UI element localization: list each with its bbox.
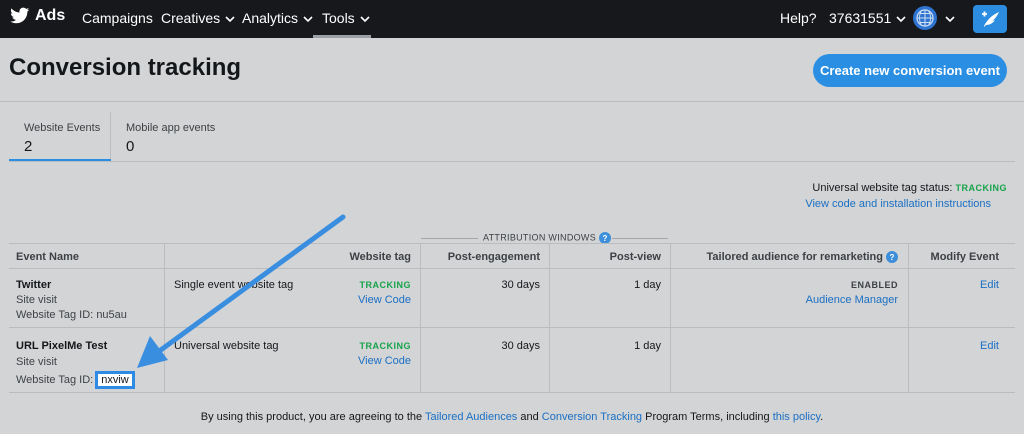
footer-text: By using this product, you are agreeing … bbox=[200, 411, 425, 423]
compose-button[interactable] bbox=[973, 5, 1007, 33]
conversion-tracking-link[interactable]: Conversion Tracking bbox=[542, 411, 642, 423]
attribution-rule-left bbox=[421, 238, 478, 239]
nav-analytics[interactable]: Analytics bbox=[242, 10, 313, 26]
tag-id-value: nu5au bbox=[96, 309, 127, 321]
status-badge: TRACKING bbox=[359, 280, 411, 290]
header-post-view: Post-view bbox=[609, 251, 661, 263]
website-tag-id: Website Tag ID: nxviw bbox=[16, 371, 135, 389]
quill-icon bbox=[982, 11, 999, 27]
page-title: Conversion tracking bbox=[9, 54, 242, 81]
post-engagement-value: 30 days bbox=[501, 340, 540, 352]
tab-label: Website Events bbox=[24, 122, 101, 134]
create-conversion-event-button[interactable]: Create new conversion event bbox=[813, 54, 1007, 87]
event-type: Site visit bbox=[16, 294, 57, 306]
website-tag-id: Website Tag ID: nu5au bbox=[16, 309, 127, 321]
divider bbox=[0, 101, 1024, 102]
footer-text: Program Terms, including bbox=[642, 411, 773, 423]
post-view-value: 1 day bbox=[634, 340, 661, 352]
tab-separator bbox=[110, 112, 111, 162]
column-divider bbox=[670, 243, 671, 393]
globe-icon bbox=[916, 9, 934, 27]
chevron-down-icon bbox=[225, 16, 235, 22]
nav-campaigns[interactable]: Campaigns bbox=[82, 10, 153, 26]
chevron-down-icon bbox=[896, 16, 906, 22]
header-website-tag: Website tag bbox=[349, 251, 411, 263]
attribution-windows-text: ATTRIBUTION WINDOWS bbox=[483, 232, 597, 243]
nav-tools-label: Tools bbox=[322, 10, 355, 26]
event-name: Twitter bbox=[16, 279, 52, 291]
divider bbox=[9, 161, 1015, 162]
brand[interactable]: Ads bbox=[10, 7, 65, 25]
header-tailored-audience: Tailored audience for remarketing? bbox=[706, 251, 898, 264]
event-type: Site visit bbox=[16, 356, 57, 368]
tag-kind: Single event website tag bbox=[174, 279, 294, 291]
tag-id-label: Website Tag ID: bbox=[16, 309, 94, 321]
row-divider bbox=[9, 392, 1015, 393]
terms-footer: By using this product, you are agreeing … bbox=[0, 411, 1024, 423]
chevron-down-icon[interactable] bbox=[945, 16, 955, 23]
edit-link[interactable]: Edit bbox=[980, 340, 999, 352]
universal-tag-status: Universal website tag status: TRACKING bbox=[812, 182, 1007, 194]
nav-creatives-label: Creatives bbox=[161, 10, 221, 26]
row-divider bbox=[9, 243, 1015, 244]
universal-tag-status-label: Universal website tag status: bbox=[812, 182, 953, 194]
nav-tools[interactable]: Tools bbox=[322, 10, 370, 26]
column-divider bbox=[908, 243, 909, 393]
header-event-name: Event Name bbox=[16, 251, 79, 263]
status-badge: TRACKING bbox=[359, 341, 411, 351]
tab-count: 0 bbox=[126, 138, 135, 155]
view-code-link[interactable]: View Code bbox=[358, 294, 411, 306]
view-code-link[interactable]: View Code bbox=[358, 355, 411, 367]
attribution-rule-right bbox=[612, 238, 668, 239]
tag-id-highlight: nxviw bbox=[95, 371, 135, 389]
view-code-instructions-link[interactable]: View code and installation instructions bbox=[805, 198, 991, 210]
post-engagement-value: 30 days bbox=[501, 279, 540, 291]
status-badge: TRACKING bbox=[955, 183, 1007, 193]
active-nav-indicator bbox=[313, 35, 371, 38]
nav-analytics-label: Analytics bbox=[242, 10, 299, 26]
chevron-down-icon bbox=[360, 16, 370, 22]
account-switcher[interactable]: 37631551 bbox=[829, 10, 906, 26]
tab-website-events[interactable]: Website Events 2 bbox=[24, 122, 100, 155]
help-link[interactable]: Help? bbox=[780, 10, 817, 26]
row-divider bbox=[9, 268, 1015, 269]
brand-label: Ads bbox=[35, 7, 66, 24]
tab-mobile-app-events[interactable]: Mobile app events 0 bbox=[126, 122, 215, 155]
header-tailored-audience-label: Tailored audience for remarketing bbox=[706, 251, 883, 263]
post-view-value: 1 day bbox=[634, 279, 661, 291]
tailored-audiences-link[interactable]: Tailored Audiences bbox=[425, 411, 517, 423]
help-icon[interactable]: ? bbox=[886, 251, 898, 264]
account-id: 37631551 bbox=[829, 10, 892, 26]
audience-manager-link[interactable]: Audience Manager bbox=[806, 294, 898, 306]
column-divider bbox=[420, 243, 421, 393]
tab-label: Mobile app events bbox=[126, 122, 216, 134]
events-table: Event Name Website tag Post-engagement P… bbox=[9, 243, 1015, 393]
header-post-engagement: Post-engagement bbox=[447, 251, 540, 263]
column-divider bbox=[549, 243, 550, 393]
top-nav: Ads Campaigns Creatives Analytics Tools … bbox=[0, 0, 1024, 38]
footer-text: and bbox=[517, 411, 542, 423]
row-divider bbox=[9, 327, 1015, 328]
twitter-bird-icon bbox=[10, 7, 30, 24]
footer-text: . bbox=[820, 411, 824, 423]
column-divider bbox=[164, 243, 165, 393]
account-avatar-icon[interactable] bbox=[913, 6, 937, 30]
edit-link[interactable]: Edit bbox=[980, 279, 999, 291]
tag-id-label: Website Tag ID: bbox=[16, 374, 94, 386]
header-modify-event: Modify Event bbox=[930, 251, 999, 263]
policy-link[interactable]: this policy bbox=[773, 411, 820, 423]
tag-kind: Universal website tag bbox=[174, 340, 279, 352]
event-name: URL PixelMe Test bbox=[16, 340, 108, 352]
nav-creatives[interactable]: Creatives bbox=[161, 10, 235, 26]
chevron-down-icon bbox=[303, 16, 313, 22]
tab-count: 2 bbox=[24, 138, 33, 155]
audience-status-badge: ENABLED bbox=[850, 280, 898, 290]
